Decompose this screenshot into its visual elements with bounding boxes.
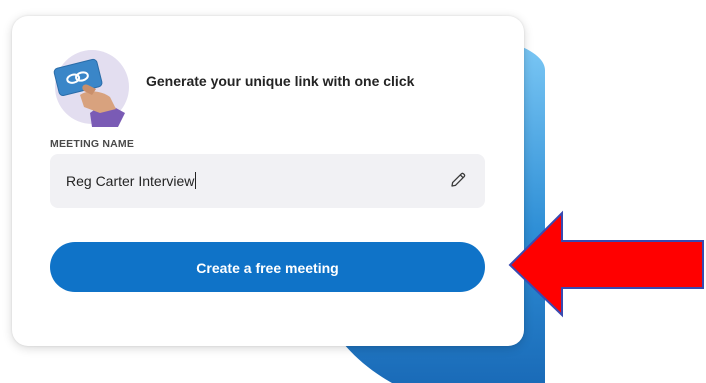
create-free-meeting-button[interactable]: Create a free meeting: [50, 242, 485, 292]
meeting-name-input[interactable]: Reg Carter Interview: [50, 154, 485, 208]
card-headline: Generate your unique link with one click: [146, 73, 415, 89]
pencil-icon[interactable]: [449, 171, 467, 189]
meeting-name-text: Reg Carter Interview: [66, 173, 195, 189]
page: Generate your unique link with one click…: [0, 0, 706, 383]
meeting-name-label: MEETING NAME: [50, 138, 135, 150]
text-caret: [195, 172, 197, 189]
hand-holding-link-card-icon: [50, 47, 136, 127]
meeting-name-value[interactable]: Reg Carter Interview: [66, 172, 197, 189]
create-meeting-card: Generate your unique link with one click…: [12, 16, 524, 346]
red-arrow-annotation: [507, 210, 706, 318]
